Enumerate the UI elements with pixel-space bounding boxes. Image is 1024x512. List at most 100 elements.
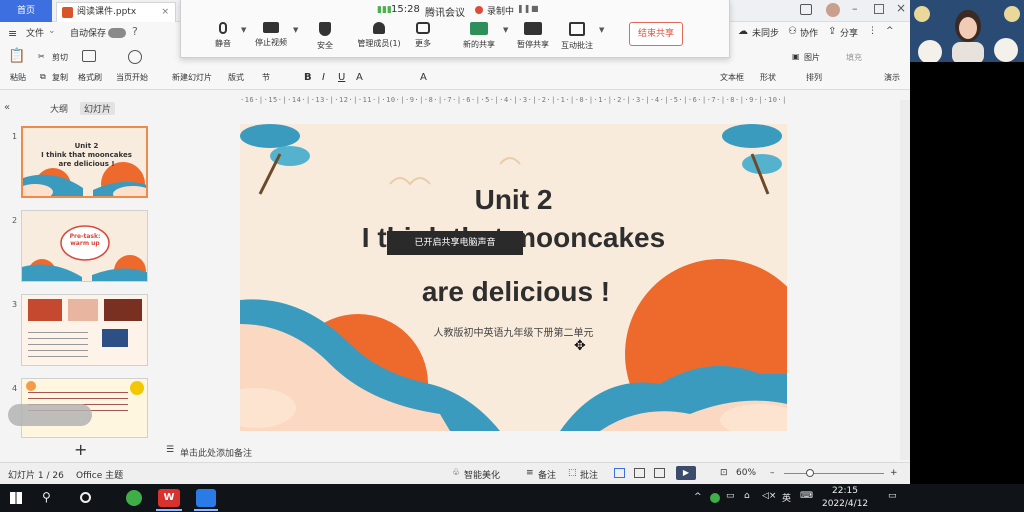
- close-window-icon[interactable]: ×: [896, 1, 906, 15]
- paste-icon[interactable]: 📋: [8, 48, 25, 64]
- tray-volume-icon[interactable]: ◁×: [762, 491, 776, 501]
- zoom-out-icon[interactable]: –: [770, 468, 775, 478]
- format-painter-button[interactable]: 格式刷: [78, 72, 102, 83]
- more-button[interactable]: 更多: [397, 22, 449, 49]
- add-slide-button[interactable]: +: [74, 440, 87, 459]
- clock-date[interactable]: 2022/4/12: [822, 499, 868, 509]
- sync-status[interactable]: 未同步: [752, 26, 779, 39]
- annotate-button[interactable]: 互动批注: [551, 22, 603, 51]
- menu-file[interactable]: 文件: [26, 26, 44, 39]
- section-button[interactable]: 节: [262, 72, 270, 83]
- vertical-scrollbar[interactable]: [900, 100, 910, 460]
- new-slide-button[interactable]: 新建幻灯片: [172, 72, 212, 83]
- normal-view-icon[interactable]: [614, 468, 625, 478]
- slide-thumbnail-1[interactable]: Unit 2 I think that mooncakes are delici…: [21, 126, 148, 198]
- hamburger-icon[interactable]: ≡: [8, 27, 17, 40]
- sorter-view-icon[interactable]: [634, 468, 645, 478]
- cloud-icon: ☁: [738, 26, 748, 37]
- floating-annotation-toolbar[interactable]: [8, 404, 92, 426]
- bold-button[interactable]: B: [304, 72, 312, 83]
- meeting-toolbar: ▮▮▮ 15:28 腾讯会议 录制中 ❚❚ ■ 静音 ▼ 停止视频 ▼ 安全 管…: [180, 0, 730, 58]
- task-view-icon[interactable]: [80, 492, 91, 503]
- security-button[interactable]: 安全: [299, 22, 351, 51]
- minimize-icon[interactable]: –: [852, 2, 858, 15]
- clock-time[interactable]: 22:15: [832, 486, 858, 496]
- comments-button[interactable]: 批注: [580, 468, 598, 481]
- fill-button[interactable]: 填充: [846, 52, 862, 63]
- stop-recording-icon[interactable]: ■: [531, 4, 539, 13]
- arrange-button[interactable]: 排列: [806, 72, 822, 83]
- avatar[interactable]: [826, 3, 840, 17]
- document-tab[interactable]: 阅读课件.pptx ×: [56, 2, 176, 22]
- italic-button[interactable]: I: [322, 72, 325, 83]
- collab-button[interactable]: 协作: [800, 26, 818, 39]
- text-highlight-button[interactable]: A: [420, 72, 427, 83]
- tencent-meeting-icon[interactable]: [196, 489, 216, 507]
- notes-toggle-button[interactable]: 备注: [538, 468, 556, 481]
- zoom-slider-thumb[interactable]: [806, 469, 814, 477]
- notes-area[interactable]: ☰ 单击此处添加备注: [160, 440, 900, 462]
- zoom-level[interactable]: 60%: [736, 468, 756, 478]
- underline-button[interactable]: U: [338, 72, 345, 83]
- notifications-icon[interactable]: ▭: [888, 491, 897, 501]
- play-from-current-button[interactable]: 当页开始: [116, 72, 148, 83]
- share-button[interactable]: 分享: [840, 26, 858, 39]
- windows-taskbar: ⚲ W ^ ▭ ⌂ ◁× 英 ⌨ 22:15 2022/4/12 ▭: [0, 484, 1024, 512]
- shape-button[interactable]: 形状: [760, 72, 776, 83]
- windows-start-icon[interactable]: [10, 492, 22, 504]
- ime-indicator[interactable]: 英: [782, 491, 791, 504]
- pause-recording-icon[interactable]: ❚❚: [517, 4, 530, 13]
- tray-network-icon[interactable]: ⌂: [744, 491, 750, 501]
- picture-button[interactable]: 图片: [804, 52, 820, 63]
- layout-button[interactable]: 版式: [228, 72, 244, 83]
- theme-name[interactable]: Office 主题: [76, 468, 123, 481]
- tray-expand-icon[interactable]: ^: [694, 492, 702, 502]
- slide-subtitle: 人教版初中英语九年级下册第二单元: [433, 328, 594, 339]
- collapse-panel-icon[interactable]: «: [4, 102, 10, 113]
- share-audio-toast: 已开启共享电脑声音: [387, 231, 523, 255]
- thumb-title-line3: are delicious !: [58, 160, 115, 168]
- browser-icon[interactable]: [126, 490, 142, 506]
- chevron-down-icon[interactable]: ▼: [293, 26, 298, 34]
- new-share-button[interactable]: 新的共享: [453, 22, 505, 50]
- wps-office-icon[interactable]: W: [158, 489, 180, 507]
- tray-battery-icon[interactable]: ▭: [726, 491, 735, 501]
- tray-app-icon[interactable]: [710, 493, 720, 503]
- slide-thumbnail-3[interactable]: [21, 294, 148, 366]
- tray-keyboard-icon[interactable]: ⌨: [800, 491, 813, 501]
- shield-icon: [319, 22, 331, 36]
- tab-outline[interactable]: 大纲: [50, 102, 68, 115]
- copy-button[interactable]: 复制: [52, 72, 68, 83]
- stop-video-button[interactable]: 停止视频: [245, 22, 297, 48]
- smart-beautify-button[interactable]: 智能美化: [464, 468, 500, 481]
- maximize-icon[interactable]: [874, 4, 884, 14]
- textbox-button[interactable]: 文本框: [720, 72, 744, 83]
- home-tab[interactable]: 首页: [0, 0, 52, 22]
- play-slideshow-icon[interactable]: ▶: [676, 466, 696, 480]
- webcam-preview: [910, 0, 1024, 62]
- reading-view-icon[interactable]: [654, 468, 665, 478]
- zoom-slider[interactable]: [784, 473, 884, 474]
- font-color-button[interactable]: A: [356, 72, 363, 83]
- smart-beautify-icon: ♧: [452, 468, 461, 478]
- slide-canvas[interactable]: Unit 2 I think that mooncakes are delici…: [240, 124, 787, 431]
- search-icon[interactable]: ⚲: [42, 490, 51, 504]
- autosave-toggle[interactable]: [108, 28, 126, 38]
- tab-slides[interactable]: 幻灯片: [80, 102, 116, 115]
- layout-icon[interactable]: [800, 4, 812, 15]
- end-share-button[interactable]: 结束共享: [629, 22, 683, 46]
- horizontal-ruler: ·16·|·15·|·14·|·13·|·12·|·11·|·10·|·9·|·…: [240, 96, 788, 104]
- close-tab-icon[interactable]: ×: [161, 3, 169, 21]
- comments-icon: ⬚: [568, 468, 577, 478]
- play-button[interactable]: 演示: [884, 72, 900, 83]
- chevron-down-icon[interactable]: ▼: [599, 26, 604, 34]
- paste-button[interactable]: 粘贴: [10, 72, 26, 83]
- cut-button[interactable]: 剪切: [52, 52, 68, 63]
- chevron-down-icon[interactable]: ⌄: [48, 26, 56, 36]
- fit-window-icon[interactable]: ⊡: [720, 468, 728, 478]
- help-icon[interactable]: ?: [132, 25, 138, 38]
- zoom-in-icon[interactable]: +: [890, 468, 898, 478]
- collapse-ribbon-icon[interactable]: ^: [886, 26, 894, 36]
- slide-thumbnail-2[interactable]: Pre-task: warm up: [21, 210, 148, 282]
- more-menu-icon[interactable]: ⋮: [868, 26, 877, 36]
